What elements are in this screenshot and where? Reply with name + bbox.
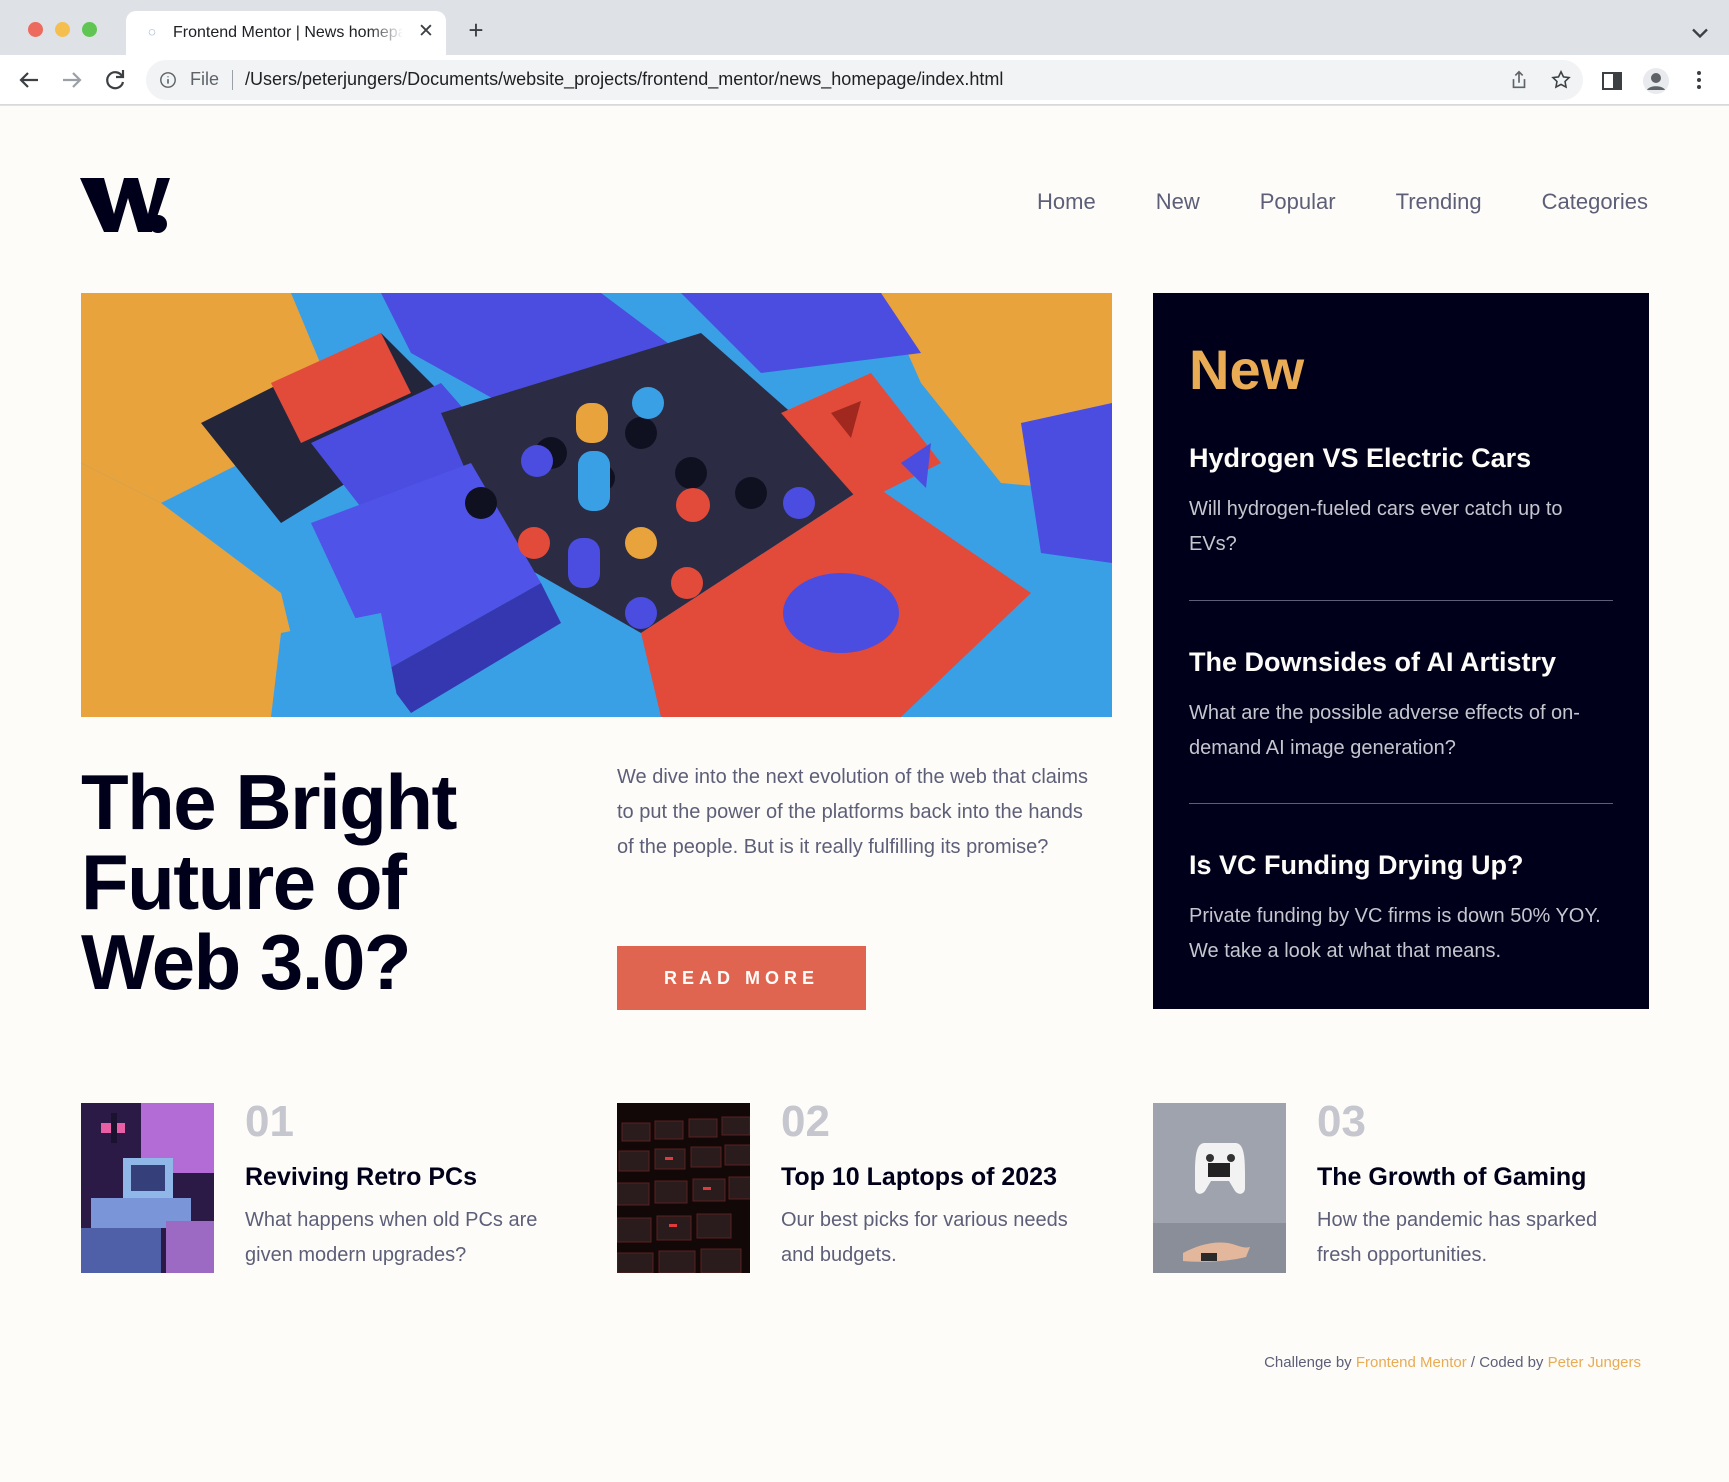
- browser-titlebar: ◌ Frontend Mentor | News homepage ✕ +: [0, 0, 1729, 55]
- new-item[interactable]: The Downsides of AI Artistry What are th…: [1189, 647, 1613, 766]
- card-title[interactable]: The Growth of Gaming: [1317, 1163, 1586, 1192]
- new-tab-button[interactable]: +: [462, 16, 490, 44]
- author-link[interactable]: Peter Jungers: [1548, 1354, 1641, 1371]
- new-divider: [1189, 803, 1613, 804]
- nav-popular[interactable]: Popular: [1260, 189, 1336, 215]
- maximize-window-button[interactable]: [82, 22, 97, 37]
- card-number: 03: [1317, 1097, 1366, 1146]
- hero-description: We dive into the next evolution of the w…: [617, 766, 1089, 858]
- laptop-keyboard-thumbnail[interactable]: [617, 1103, 750, 1273]
- hero-image: [81, 293, 1112, 717]
- article-card: 03 The Growth of Gaming How the pandemic…: [1153, 1097, 1653, 1275]
- read-more-button[interactable]: READ MORE: [617, 946, 866, 1010]
- reload-icon[interactable]: [99, 64, 131, 96]
- nav-home[interactable]: Home: [1037, 189, 1096, 215]
- card-description: What happens when old PCs are given mode…: [245, 1209, 538, 1266]
- w-logo[interactable]: [80, 166, 170, 238]
- hero-title: The Bright Future of Web 3.0?: [81, 758, 457, 1006]
- card-title[interactable]: Top 10 Laptops of 2023: [781, 1163, 1057, 1192]
- attribution-prefix: Challenge by: [1264, 1354, 1352, 1371]
- new-divider: [1189, 600, 1613, 601]
- nav-categories[interactable]: Categories: [1542, 189, 1648, 215]
- browser-tab[interactable]: ◌ Frontend Mentor | News homepage ✕: [126, 11, 446, 55]
- url-text[interactable]: /Users/peterjungers/Documents/website_pr…: [245, 69, 1003, 90]
- address-separator: [232, 70, 233, 90]
- minimize-window-button[interactable]: [55, 22, 70, 37]
- side-panel-icon[interactable]: [1600, 69, 1624, 93]
- new-item-text: Will hydrogen-fueled cars ever catch up …: [1189, 498, 1563, 555]
- tab-close-icon[interactable]: ✕: [414, 20, 438, 44]
- new-item-text: What are the possible adverse effects of…: [1189, 702, 1580, 759]
- new-heading: New: [1189, 338, 1305, 401]
- nav-trending[interactable]: Trending: [1396, 189, 1482, 215]
- card-description: Our best picks for various needs and bud…: [781, 1209, 1068, 1266]
- new-item-title[interactable]: Is VC Funding Drying Up?: [1189, 850, 1613, 881]
- frontend-mentor-link[interactable]: Frontend Mentor: [1356, 1354, 1467, 1371]
- page-viewport: Home New Popular Trending Categories The…: [0, 106, 1729, 1482]
- main-nav: Home New Popular Trending Categories: [977, 189, 1648, 215]
- tab-title: Frontend Mentor | News homepage: [173, 24, 403, 41]
- attribution: Challenge by Frontend Mentor / Coded by …: [1264, 1354, 1641, 1371]
- share-icon[interactable]: [1508, 69, 1530, 91]
- browser-toolbar: File /Users/peterjungers/Documents/websi…: [0, 55, 1729, 105]
- new-item-title[interactable]: Hydrogen VS Electric Cars: [1189, 443, 1613, 474]
- new-item[interactable]: Hydrogen VS Electric Cars Will hydrogen-…: [1189, 443, 1613, 562]
- favicon-icon: ◌: [148, 24, 156, 39]
- info-icon[interactable]: [159, 71, 177, 89]
- card-number: 01: [245, 1097, 294, 1146]
- new-sidebar: New Hydrogen VS Electric Cars Will hydro…: [1153, 293, 1649, 1009]
- retro-pcs-thumbnail[interactable]: [81, 1103, 214, 1273]
- scheme-label: File: [190, 69, 220, 89]
- address-bar[interactable]: File /Users/peterjungers/Documents/websi…: [146, 60, 1583, 100]
- forward-arrow-icon[interactable]: [56, 64, 88, 96]
- new-item-title[interactable]: The Downsides of AI Artistry: [1189, 647, 1613, 678]
- close-window-button[interactable]: [28, 22, 43, 37]
- attribution-middle: / Coded by: [1470, 1354, 1544, 1371]
- card-description: How the pandemic has sparked fresh oppor…: [1317, 1209, 1598, 1266]
- gaming-controller-thumbnail[interactable]: [1153, 1103, 1286, 1273]
- article-card: 02 Top 10 Laptops of 2023 Our best picks…: [617, 1097, 1117, 1275]
- back-arrow-icon[interactable]: [13, 64, 45, 96]
- card-number: 02: [781, 1097, 830, 1146]
- bookmark-star-icon[interactable]: [1550, 69, 1572, 91]
- card-title[interactable]: Reviving Retro PCs: [245, 1163, 477, 1192]
- profile-icon[interactable]: [1642, 67, 1670, 95]
- new-item[interactable]: Is VC Funding Drying Up? Private funding…: [1189, 850, 1613, 969]
- article-card: 01 Reviving Retro PCs What happens when …: [81, 1097, 581, 1275]
- more-menu-icon[interactable]: [1687, 68, 1711, 92]
- chevron-down-icon[interactable]: [1686, 19, 1714, 47]
- nav-new[interactable]: New: [1156, 189, 1200, 215]
- new-item-text: Private funding by VC firms is down 50% …: [1189, 905, 1601, 962]
